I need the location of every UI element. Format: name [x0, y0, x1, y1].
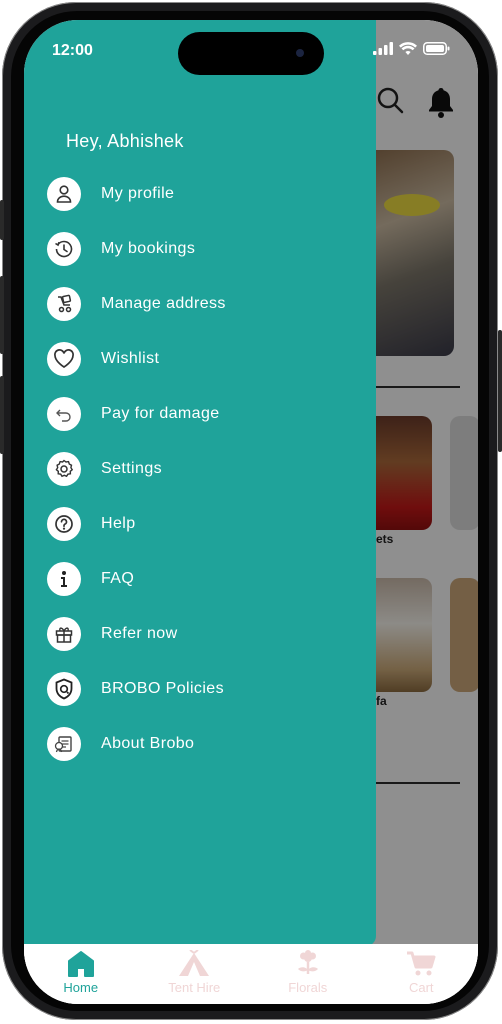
camera-icon: [296, 49, 304, 57]
address-cart-icon: [47, 287, 81, 321]
flower-icon: [297, 950, 318, 974]
menu-item-label: About Brobo: [101, 735, 195, 752]
person-icon: [47, 177, 81, 211]
document-icon: [47, 727, 81, 761]
greeting-text: Hey, Abhishek: [66, 131, 184, 151]
nav-label: Florals: [288, 980, 328, 995]
menu-item-faq[interactable]: FAQ: [47, 561, 226, 597]
nav-tent-hire[interactable]: Tent Hire: [138, 944, 252, 1004]
nav-cart[interactable]: Cart: [365, 944, 479, 1004]
menu-item-my-bookings[interactable]: My bookings: [47, 231, 226, 267]
screen: ets fa 12:00 Hey, Abhishek My profile My…: [24, 20, 478, 1004]
volume-up-button: [0, 276, 4, 354]
nav-florals[interactable]: Florals: [251, 944, 365, 1004]
menu-item-wishlist[interactable]: Wishlist: [47, 341, 226, 377]
return-arrow-icon: [47, 397, 81, 431]
side-drawer: Hey, Abhishek My profile My bookings Man…: [24, 20, 376, 946]
menu-item-label: Pay for damage: [101, 405, 220, 422]
gift-icon: [47, 617, 81, 651]
status-icons: [373, 42, 450, 55]
home-icon: [67, 951, 94, 977]
menu-item-my-profile[interactable]: My profile: [47, 176, 226, 212]
menu-item-label: Settings: [101, 460, 163, 477]
tent-icon: [179, 950, 210, 976]
bottom-navigation: Home Tent Hire Florals Cart: [24, 944, 478, 1004]
shield-icon: [47, 672, 81, 706]
power-button: [498, 330, 502, 452]
nav-label: Home: [63, 980, 99, 995]
menu-item-label: Manage address: [101, 295, 226, 312]
signal-icon: [373, 42, 393, 55]
action-button: [0, 200, 4, 240]
menu-item-refer-now[interactable]: Refer now: [47, 616, 226, 652]
menu-item-label: Help: [101, 515, 136, 532]
dynamic-island: [178, 32, 324, 75]
nav-label: Cart: [408, 980, 434, 995]
gear-icon: [47, 452, 81, 486]
nav-label: Tent Hire: [168, 980, 221, 995]
menu-item-label: BROBO Policies: [101, 680, 224, 697]
menu-item-help[interactable]: Help: [47, 506, 226, 542]
status-time: 12:00: [52, 42, 93, 59]
heart-icon: [47, 342, 81, 376]
menu-item-label: Refer now: [101, 625, 178, 642]
menu-item-about-brobo[interactable]: About Brobo: [47, 726, 226, 762]
nav-home[interactable]: Home: [24, 944, 138, 1004]
menu-item-brobo-policies[interactable]: BROBO Policies: [47, 671, 226, 707]
menu-item-manage-address[interactable]: Manage address: [47, 286, 226, 322]
menu-item-label: Wishlist: [101, 350, 160, 367]
drawer-menu: My profile My bookings Manage address Wi…: [47, 176, 226, 781]
menu-item-settings[interactable]: Settings: [47, 451, 226, 487]
menu-item-label: FAQ: [101, 570, 135, 587]
status-bar: 12:00: [24, 20, 478, 75]
menu-item-label: My bookings: [101, 240, 196, 257]
clock-history-icon: [47, 232, 81, 266]
help-icon: [47, 507, 81, 541]
cart-icon: [407, 951, 436, 976]
volume-down-button: [0, 376, 4, 454]
battery-icon: [423, 42, 450, 55]
menu-item-label: My profile: [101, 185, 175, 202]
info-icon: [47, 562, 81, 596]
wifi-icon: [399, 42, 417, 55]
menu-item-pay-for-damage[interactable]: Pay for damage: [47, 396, 226, 432]
